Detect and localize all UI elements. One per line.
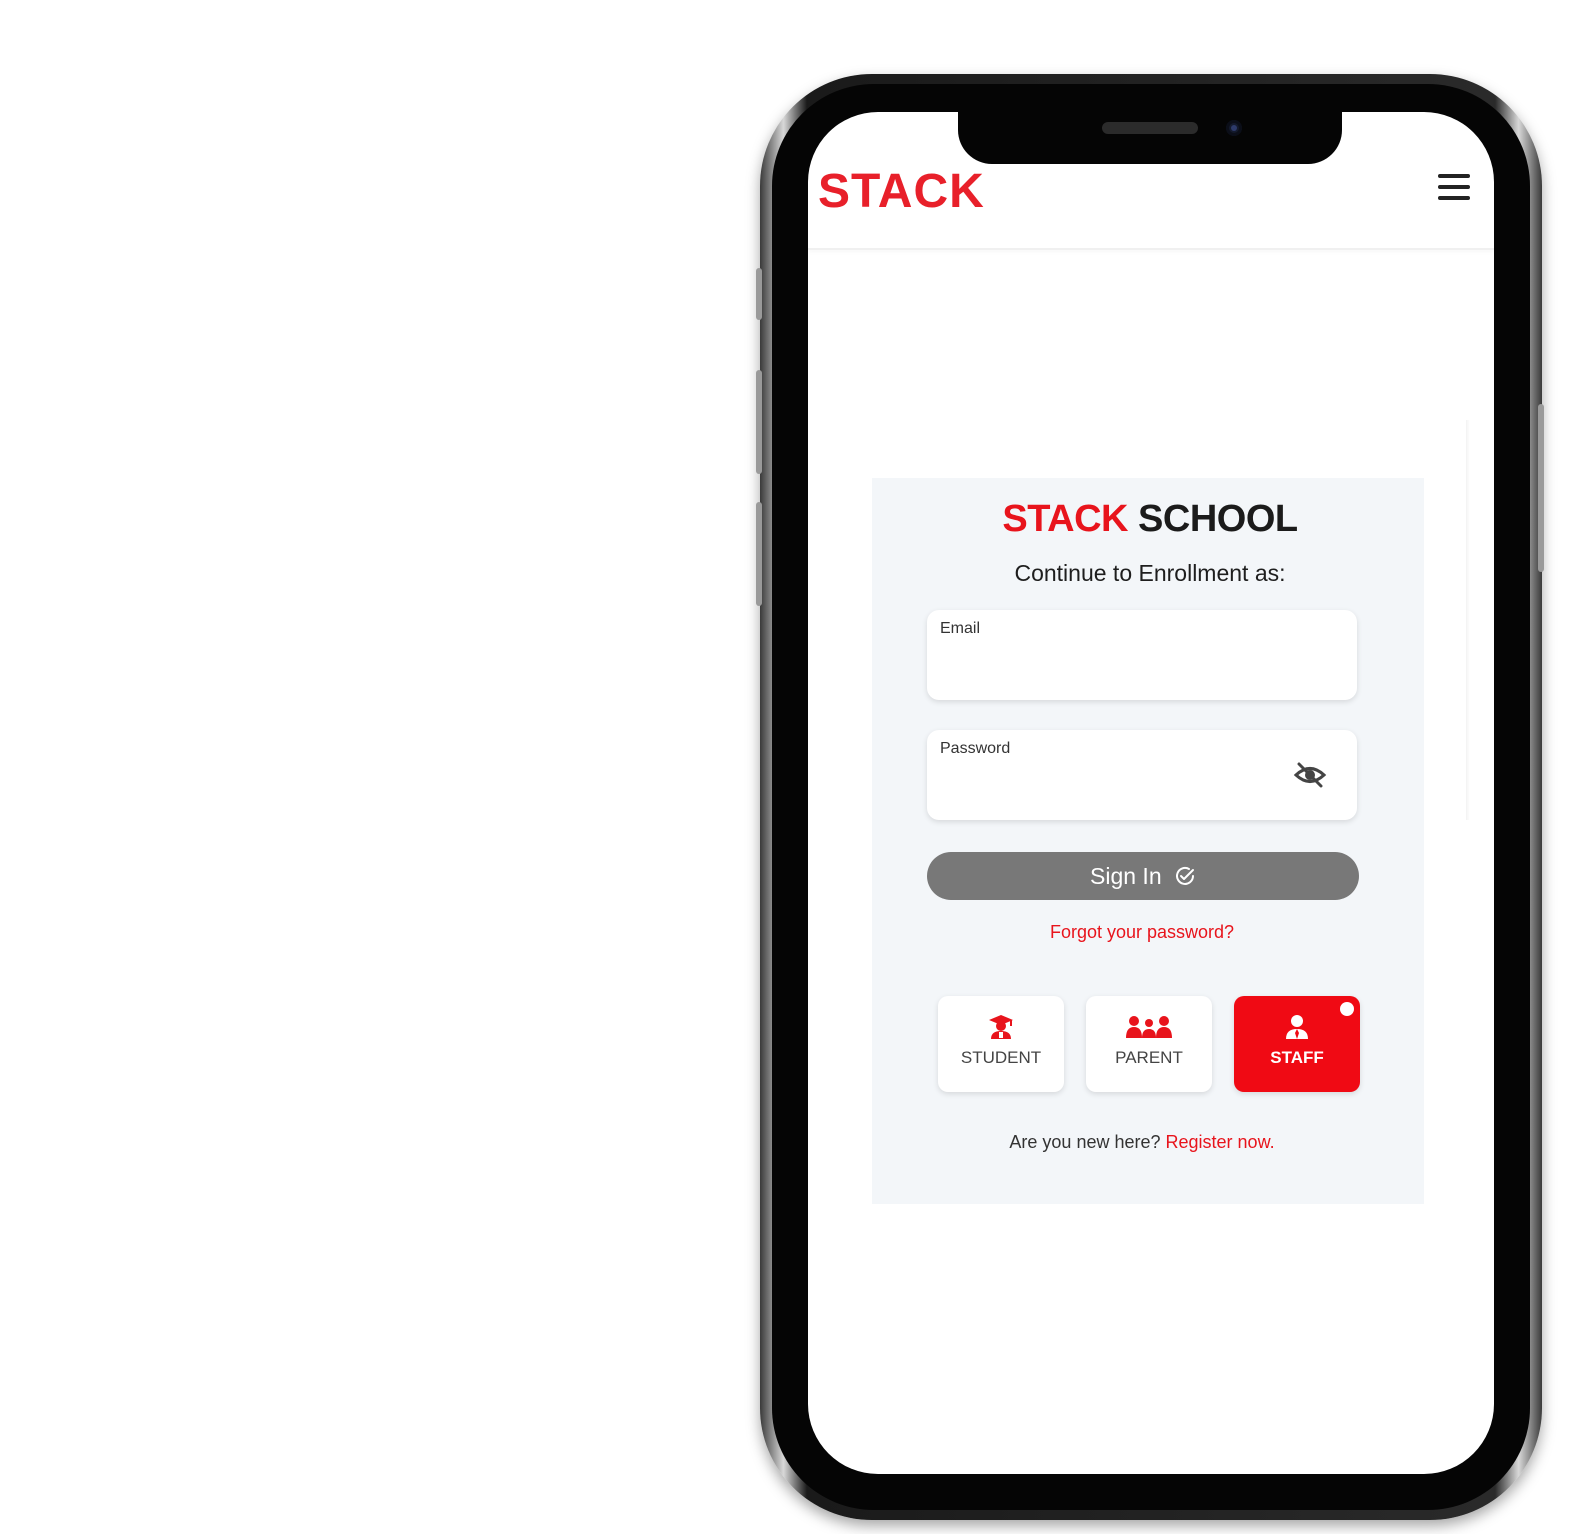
power-button [1538,404,1544,572]
page-title: STACK SCHOOL [872,498,1428,541]
role-parent-label: PARENT [1115,1048,1183,1067]
email-field[interactable]: Email [927,610,1357,700]
volume-up-button [756,370,762,474]
phone-notch [958,104,1342,164]
title-brand: STACK [1002,498,1128,540]
staff-icon [1234,1014,1360,1045]
login-card: STACK SCHOOL Continue to Enrollment as: … [872,478,1424,1204]
email-label: Email [940,620,981,637]
eye-off-icon[interactable] [1293,760,1327,790]
front-camera [1226,120,1242,136]
phone-screen: STACK STACK SCHOOL Continue to Enrollmen… [808,112,1494,1474]
role-student-button[interactable]: STUDENT [938,996,1064,1092]
subtitle: Continue to Enrollment as: [1014,560,1286,586]
parents-icon [1086,1014,1212,1045]
volume-down-button [756,502,762,606]
register-prompt: Are you new here? Register now. [872,1132,1412,1153]
brand-logo[interactable]: STACK [818,164,985,219]
forgot-password-link[interactable]: Forgot your password? [872,922,1412,943]
role-staff-label: STAFF [1270,1048,1324,1067]
sign-in-label: Sign In [1090,863,1162,889]
password-label: Password [940,740,1011,757]
password-field[interactable]: Password [927,730,1357,820]
title-school: SCHOOL [1138,498,1298,540]
role-staff-button[interactable]: STAFF [1234,996,1360,1092]
earpiece-speaker [1102,122,1198,134]
student-icon [938,1014,1064,1045]
role-student-label: STUDENT [960,1048,1042,1067]
hamburger-menu-icon[interactable] [1438,174,1470,202]
role-parent-button[interactable]: PARENT [1086,996,1212,1092]
check-circle-icon [1176,867,1194,886]
mute-switch [756,268,762,320]
scroll-shadow [1466,420,1470,820]
register-question: Are you new here? [1009,1132,1161,1152]
sign-in-button[interactable]: Sign In [927,852,1359,900]
register-link[interactable]: Register now. [1166,1132,1275,1152]
